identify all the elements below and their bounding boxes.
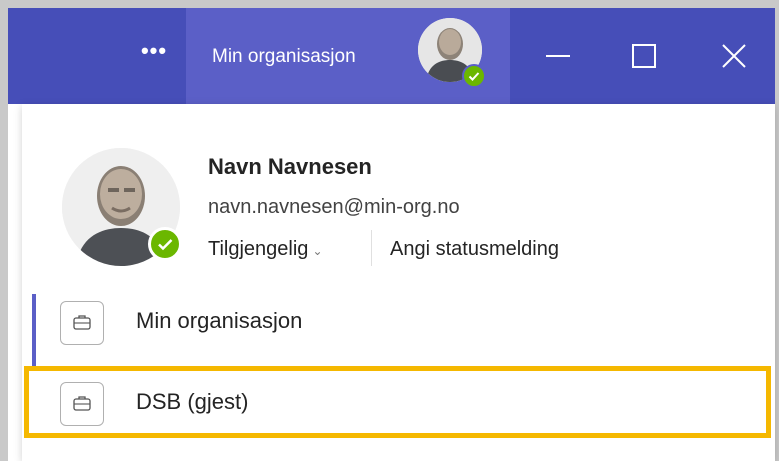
org-item-min-organisasjon[interactable]: Min organisasjon [32,294,772,370]
presence-available-icon [148,227,182,261]
title-bar: ••• Min organisasjon [8,8,775,104]
maximize-button[interactable] [624,36,664,76]
briefcase-icon [60,382,104,426]
window-frame-right [775,0,779,461]
profile-email: navn.navnesen@min-org.no [208,196,460,218]
divider [371,230,372,266]
close-button[interactable] [714,36,754,76]
account-menu-panel: Navn Navnesen navn.navnesen@min-org.no T… [22,104,775,461]
minimize-button[interactable] [538,36,578,76]
window-frame-left [0,0,8,461]
org-item-label: DSB (gjest) [136,389,249,414]
presence-available-icon [462,64,486,88]
account-switcher-button[interactable]: Min organisasjon [186,8,510,104]
window-frame-top [0,0,779,8]
presence-status-label: Tilgjengelig [208,238,309,260]
org-item-label: Min organisasjon [136,308,303,333]
more-options-button[interactable]: ••• [134,38,174,74]
set-status-message-button[interactable]: Angi statusmelding [390,238,559,261]
org-tab-label: Min organisasjon [212,46,356,67]
profile-name: Navn Navnesen [208,154,372,179]
presence-status-dropdown[interactable]: Tilgjengelig ⌄ [208,238,323,261]
briefcase-icon [60,301,104,345]
chevron-down-icon: ⌄ [312,244,323,258]
org-item-dsb-gjest[interactable]: DSB (gjest) [32,369,772,427]
